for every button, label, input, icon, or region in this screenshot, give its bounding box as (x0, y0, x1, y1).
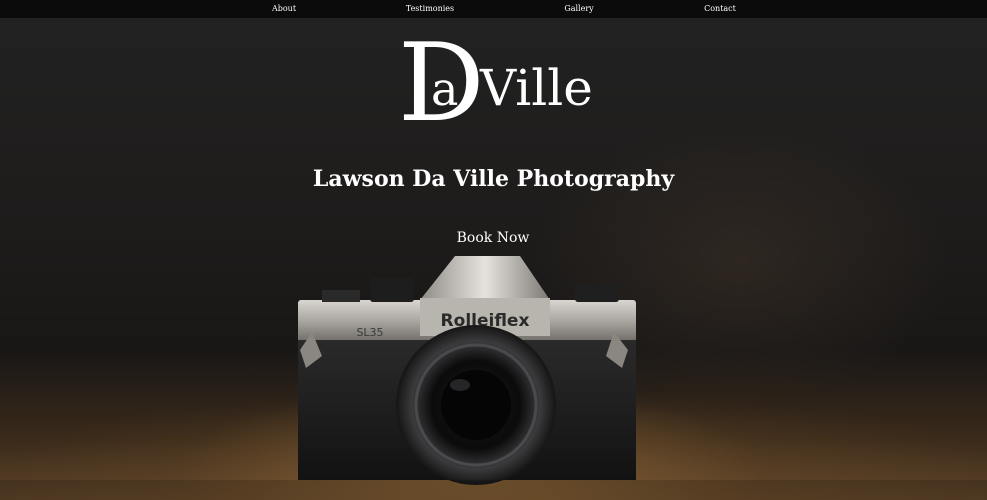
book-now-button[interactable]: Book Now (450, 228, 536, 248)
logo-rest-text: Ville (480, 59, 593, 117)
nav-contact-link[interactable]: Contact (704, 0, 736, 18)
logo-small-letter: a (431, 62, 459, 116)
nav-testimonies-link[interactable]: Testimonies (406, 0, 454, 18)
top-navbar: About Testimonies Gallery Contact (0, 0, 987, 18)
nav-about-link[interactable]: About (272, 0, 296, 18)
page-title: Lawson Da Ville Photography (312, 166, 675, 192)
site-logo[interactable]: D a Ville (390, 30, 600, 138)
nav-gallery-link[interactable]: Gallery (564, 0, 593, 18)
svg-text:SL35: SL35 (356, 326, 383, 339)
